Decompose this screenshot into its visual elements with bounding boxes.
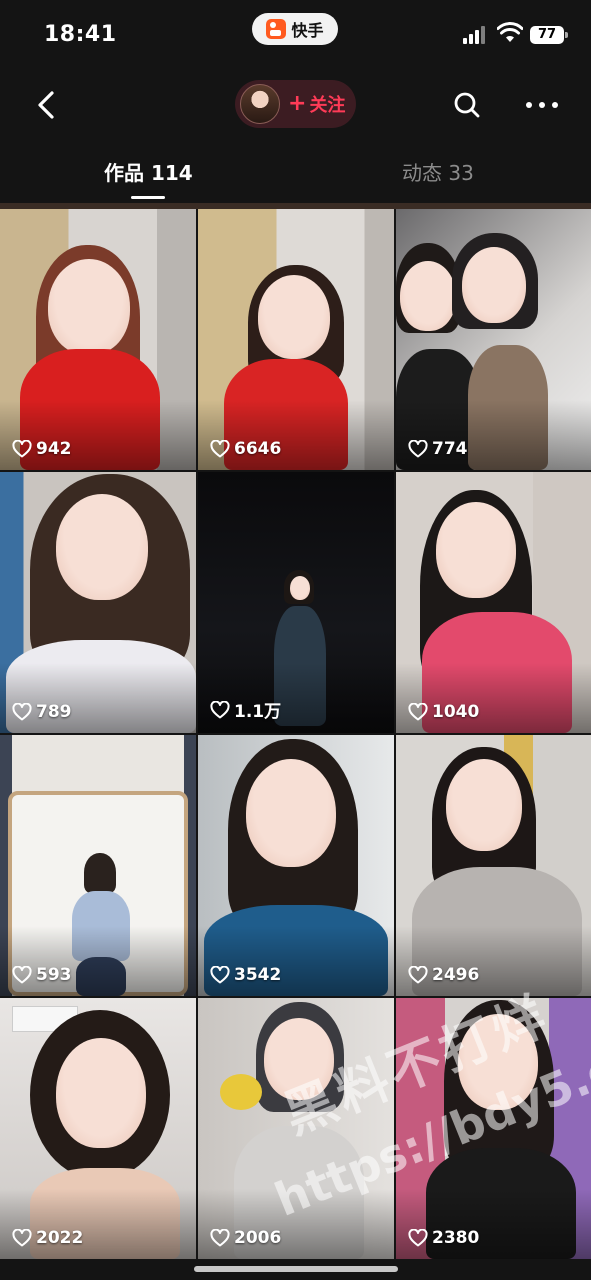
post-thumbnail[interactable]: 2380 <box>396 998 591 1259</box>
heart-icon <box>210 440 230 458</box>
app-name: 快手 <box>291 21 324 40</box>
post-thumbnail[interactable]: 942 <box>0 209 196 470</box>
status-time: 18:41 <box>44 22 117 47</box>
follow-button[interactable]: + 关注 <box>235 80 356 128</box>
kuaishou-logo-icon <box>266 19 287 39</box>
like-count: 2006 <box>210 1228 281 1248</box>
like-count-value: 789 <box>36 702 72 722</box>
profile-tabs: 作品 114 动态 33 <box>0 145 591 203</box>
post-thumbnail[interactable]: 1.1万 <box>198 472 394 733</box>
like-count-value: 774 <box>432 439 468 459</box>
search-icon[interactable] <box>453 91 481 119</box>
post-thumbnail[interactable]: 3542 <box>198 735 394 996</box>
back-arrow-icon[interactable] <box>30 87 66 123</box>
heart-icon <box>408 440 428 458</box>
profile-navbar: + 关注 <box>0 75 591 135</box>
like-count-value: 1.1万 <box>234 702 282 722</box>
like-count: 1.1万 <box>210 697 281 722</box>
like-count: 6646 <box>210 439 281 459</box>
more-options-icon[interactable] <box>524 97 560 113</box>
tab-works[interactable]: 作品 114 <box>104 157 193 186</box>
like-count-value: 593 <box>36 965 72 985</box>
home-indicator[interactable] <box>194 1266 398 1272</box>
heart-icon <box>408 966 428 984</box>
app-return-pill[interactable]: 快手 <box>252 13 338 45</box>
status-bar: 18:41 快手 77 <box>0 0 591 70</box>
battery-indicator: 77 <box>530 26 568 44</box>
wifi-icon <box>497 22 523 42</box>
post-thumbnail[interactable]: 1040 <box>396 472 591 733</box>
like-count-value: 2022 <box>36 1228 84 1248</box>
like-count-value: 2496 <box>432 965 480 985</box>
heart-icon <box>408 1229 428 1247</box>
heart-icon <box>12 966 32 984</box>
like-count-value: 2380 <box>432 1228 480 1248</box>
post-thumbnail[interactable]: 2496 <box>396 735 591 996</box>
heart-icon <box>408 703 428 721</box>
avatar <box>240 84 280 124</box>
heart-icon <box>12 1229 32 1247</box>
like-count: 789 <box>12 702 72 722</box>
heart-icon <box>210 700 230 718</box>
works-grid: 942 6646 774 789 1.1万 1040 593 3542 2496… <box>0 209 591 1280</box>
post-thumbnail[interactable]: 593 <box>0 735 196 996</box>
like-count: 1040 <box>408 702 479 722</box>
like-count: 3542 <box>210 965 281 985</box>
follow-label: 关注 <box>309 95 346 116</box>
like-count: 2380 <box>408 1228 479 1248</box>
cellular-signal-icon <box>463 26 487 44</box>
heart-icon <box>210 966 230 984</box>
tab-dynamics[interactable]: 动态 33 <box>402 157 474 186</box>
like-count-value: 1040 <box>432 702 480 722</box>
heart-icon <box>12 703 32 721</box>
like-count: 2022 <box>12 1228 83 1248</box>
like-count: 774 <box>408 439 468 459</box>
like-count-value: 3542 <box>234 965 282 985</box>
like-count: 593 <box>12 965 72 985</box>
plus-icon: + <box>288 91 307 116</box>
post-thumbnail[interactable]: 6646 <box>198 209 394 470</box>
post-thumbnail[interactable]: 774 <box>396 209 591 470</box>
heart-icon <box>210 1229 230 1247</box>
like-count: 942 <box>12 439 72 459</box>
heart-icon <box>12 440 32 458</box>
active-tab-indicator <box>131 196 165 199</box>
like-count-value: 6646 <box>234 439 282 459</box>
post-thumbnail[interactable]: 2022 <box>0 998 196 1259</box>
like-count-value: 2006 <box>234 1228 282 1248</box>
like-count-value: 942 <box>36 439 72 459</box>
like-count: 2496 <box>408 965 479 985</box>
post-thumbnail[interactable]: 2006 <box>198 998 394 1259</box>
post-thumbnail[interactable]: 789 <box>0 472 196 733</box>
